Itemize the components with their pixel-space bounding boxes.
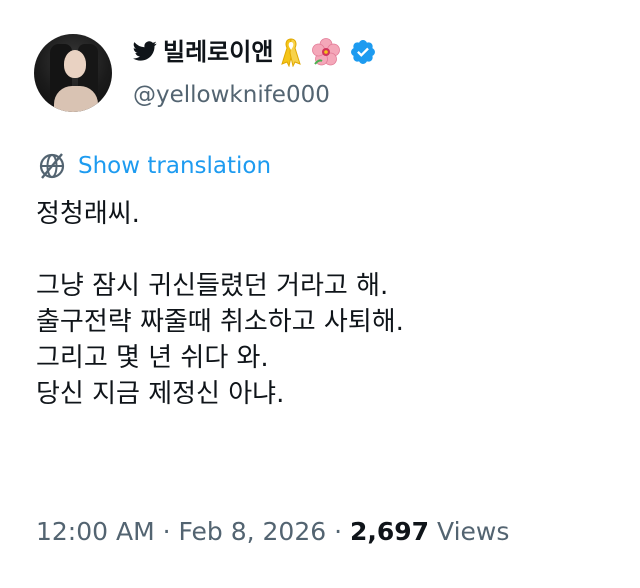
author-name-row[interactable]: 빌레로이앤 [133,36,377,68]
avatar-face [64,50,86,78]
tweet-line: 그리고 몇 년 쉬다 와. [36,343,269,373]
author-handle[interactable]: @yellowknife000 [133,79,330,111]
meta-separator: · [326,517,350,546]
display-name[interactable]: 빌레로이앤 [163,36,273,68]
show-translation-link[interactable]: Show translation [36,150,271,182]
yellow-ribbon-icon [277,37,303,67]
tweet-text: 정청래씨. 그냥 잠시 귀신들렸던 거라고 해. 출구전략 짜줄때 취소하고 사… [36,196,616,412]
bird-icon [133,41,157,63]
hibiscus-flower-icon [307,37,341,67]
tweet-line: 정청래씨. [36,199,140,229]
tweet-time[interactable]: 12:00 AM [36,517,155,546]
tweet-line [36,232,616,268]
show-translation-label[interactable]: Show translation [78,150,271,182]
tweet-line: 그냥 잠시 귀신들렸던 거라고 해. [36,271,389,301]
tweet-meta: 12:00 AM · Feb 8, 2026 · 2,697 Views [36,514,509,550]
views-count: 2,697 [350,517,430,546]
avatar[interactable] [34,34,112,112]
verified-badge-icon[interactable] [345,38,377,66]
tweet-date[interactable]: Feb 8, 2026 [179,517,327,546]
tweet-line: 당신 지금 제정신 아냐. [36,379,285,409]
views-label: Views [437,517,510,546]
meta-separator: · [154,517,179,546]
tweet-card: 빌레로이앤 @yellowknife000 Show translation 정… [0,0,640,588]
avatar-shoulder [54,86,98,112]
globe-translate-icon [36,150,68,182]
tweet-line: 출구전략 짜줄때 취소하고 사퇴해. [36,307,404,337]
